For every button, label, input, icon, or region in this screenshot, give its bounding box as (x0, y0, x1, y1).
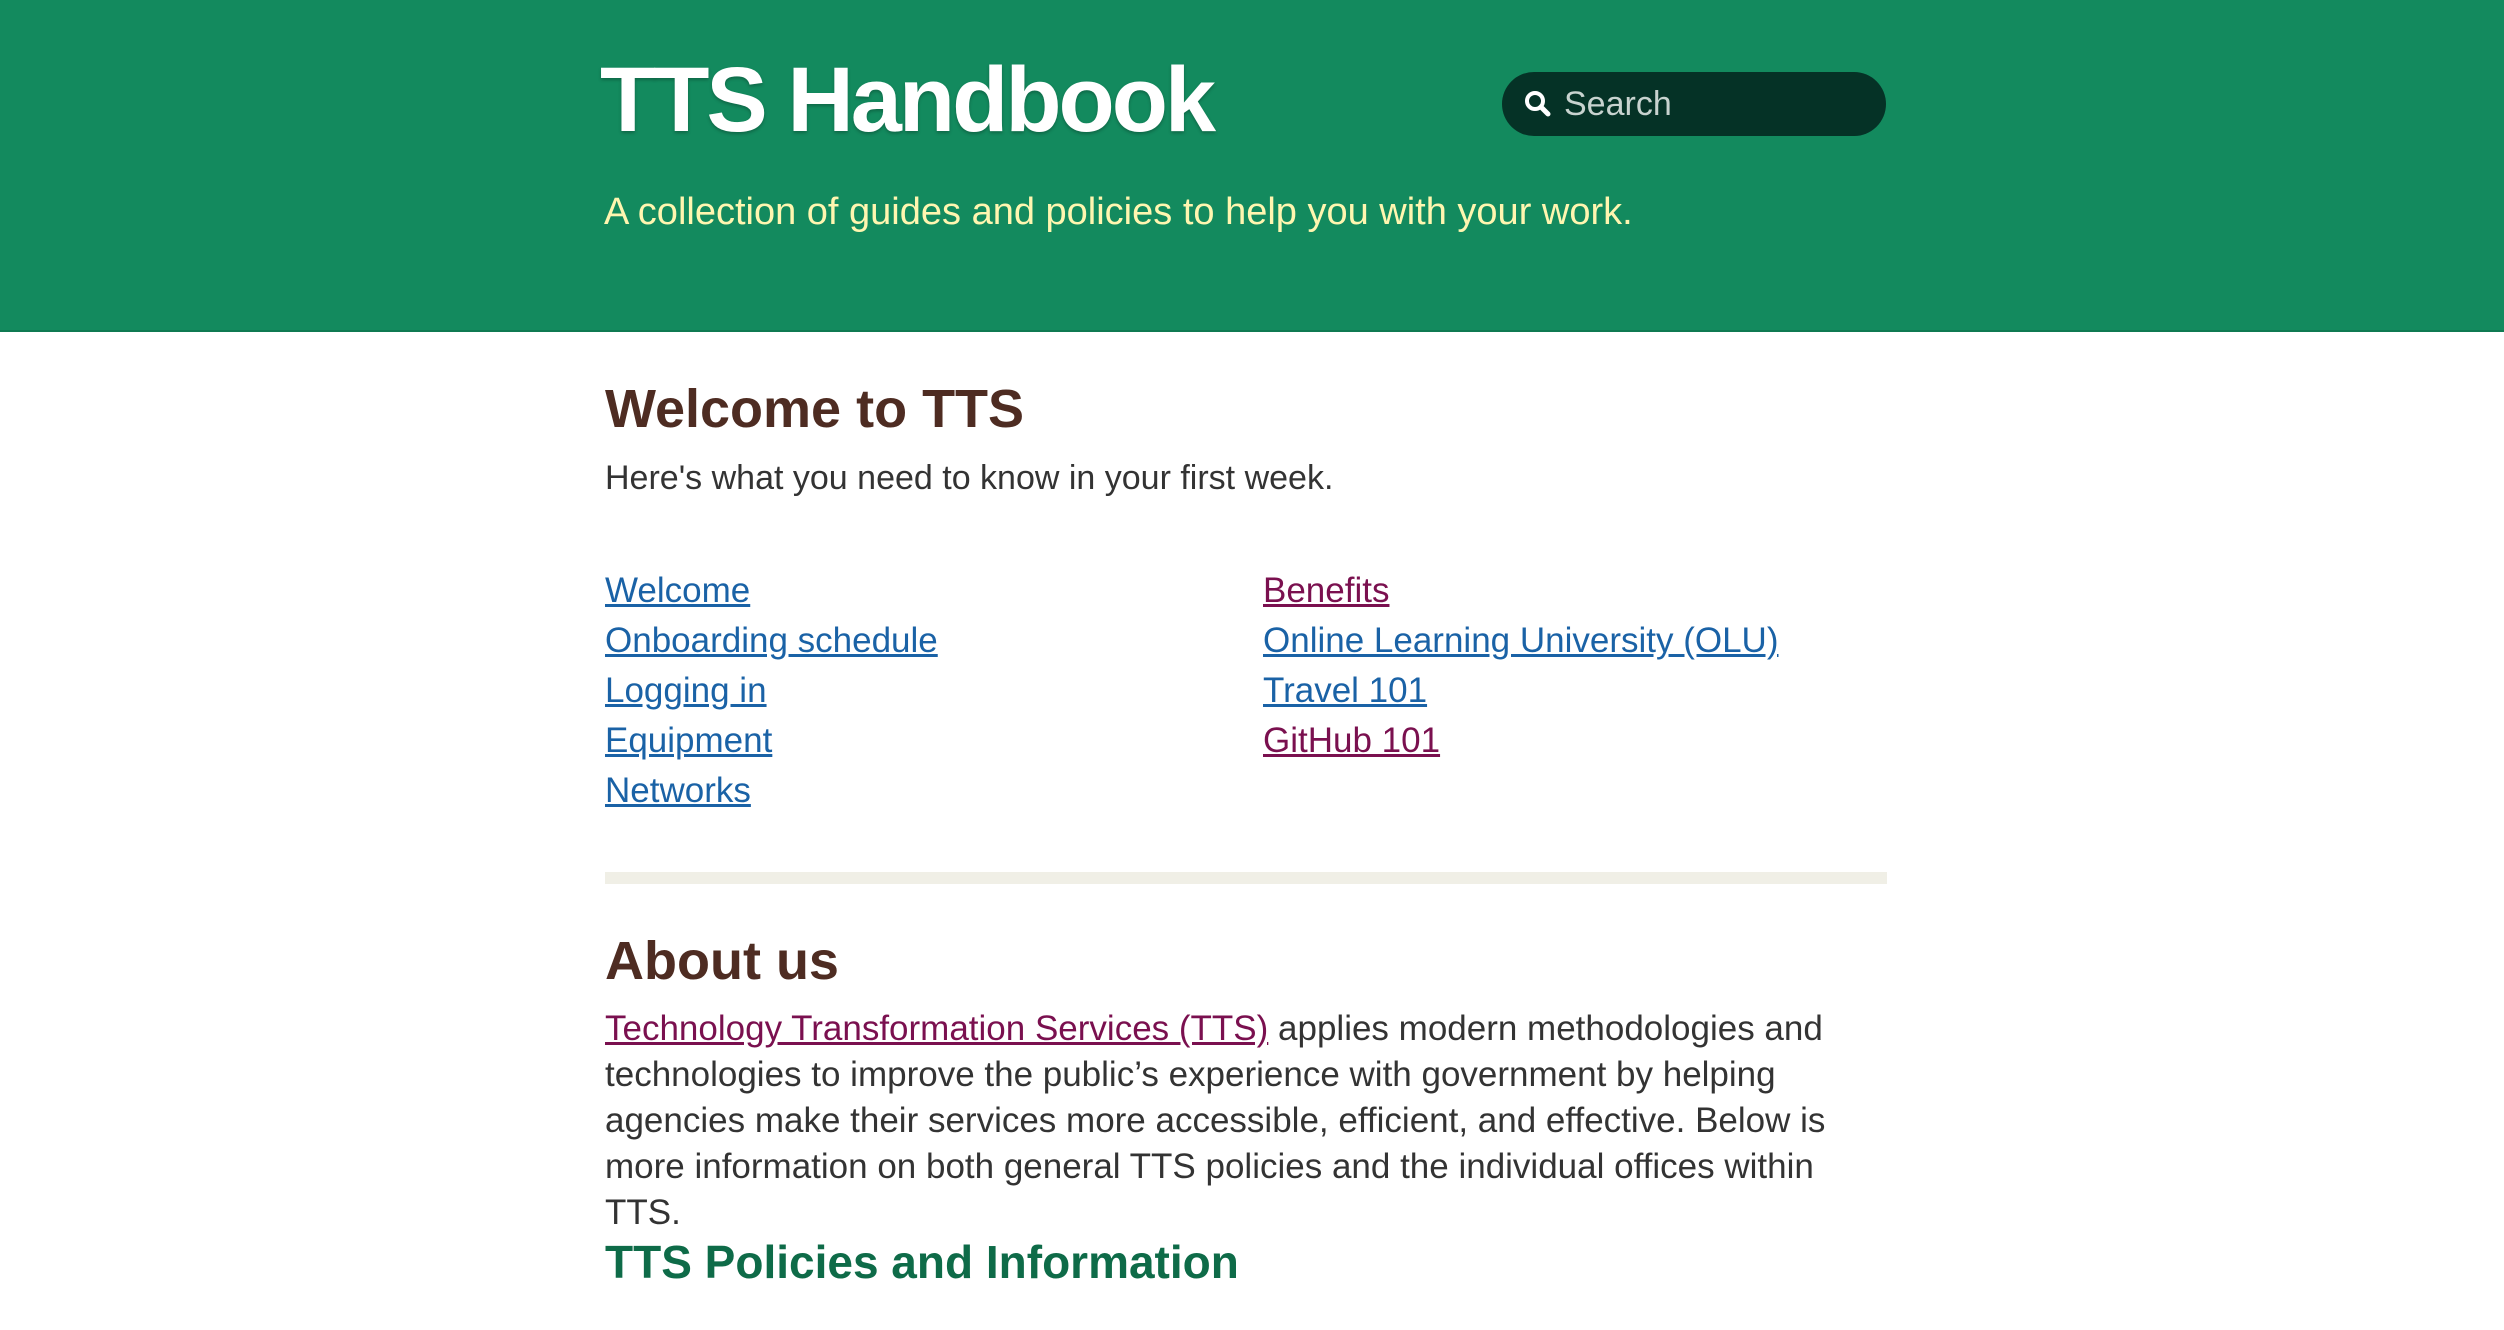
list-item: Equipment (605, 716, 938, 766)
first-week-links-right: Benefits Online Learning University (OLU… (1263, 566, 1778, 766)
welcome-heading: Welcome to TTS (605, 379, 1025, 439)
site-header: TTS Handbook A collection of guides and … (0, 0, 2504, 332)
link-onboarding-schedule[interactable]: Onboarding schedule (605, 621, 938, 660)
link-equipment[interactable]: Equipment (605, 721, 772, 760)
list-item: GitHub 101 (1263, 716, 1778, 766)
search-input[interactable] (1564, 84, 1864, 124)
link-logging-in[interactable]: Logging in (605, 671, 767, 710)
link-online-learning-university[interactable]: Online Learning University (OLU) (1263, 621, 1778, 660)
search-icon[interactable] (1520, 86, 1556, 122)
list-item: Networks (605, 766, 938, 816)
list-item: Logging in (605, 666, 938, 716)
welcome-subtitle: Here's what you need to know in your fir… (605, 459, 1334, 497)
link-travel-101[interactable]: Travel 101 (1263, 671, 1427, 710)
about-paragraph: Technology Transformation Services (TTS)… (605, 1006, 1887, 1236)
link-welcome[interactable]: Welcome (605, 571, 750, 610)
list-item: Onboarding schedule (605, 616, 938, 666)
search-box[interactable] (1502, 72, 1886, 136)
section-divider (605, 872, 1887, 884)
site-tagline: A collection of guides and policies to h… (604, 191, 1633, 233)
policies-heading: TTS Policies and Information (605, 1236, 1239, 1288)
link-benefits[interactable]: Benefits (1263, 571, 1389, 610)
list-item: Welcome (605, 566, 938, 616)
list-item: Travel 101 (1263, 666, 1778, 716)
about-heading: About us (605, 931, 839, 991)
list-item: Benefits (1263, 566, 1778, 616)
link-tts[interactable]: Technology Transformation Services (TTS) (605, 1009, 1268, 1048)
list-item: Online Learning University (OLU) (1263, 616, 1778, 666)
link-networks[interactable]: Networks (605, 771, 751, 810)
link-github-101[interactable]: GitHub 101 (1263, 721, 1440, 760)
site-title[interactable]: TTS Handbook (600, 42, 1216, 158)
first-week-links-left: Welcome Onboarding schedule Logging in E… (605, 566, 938, 816)
